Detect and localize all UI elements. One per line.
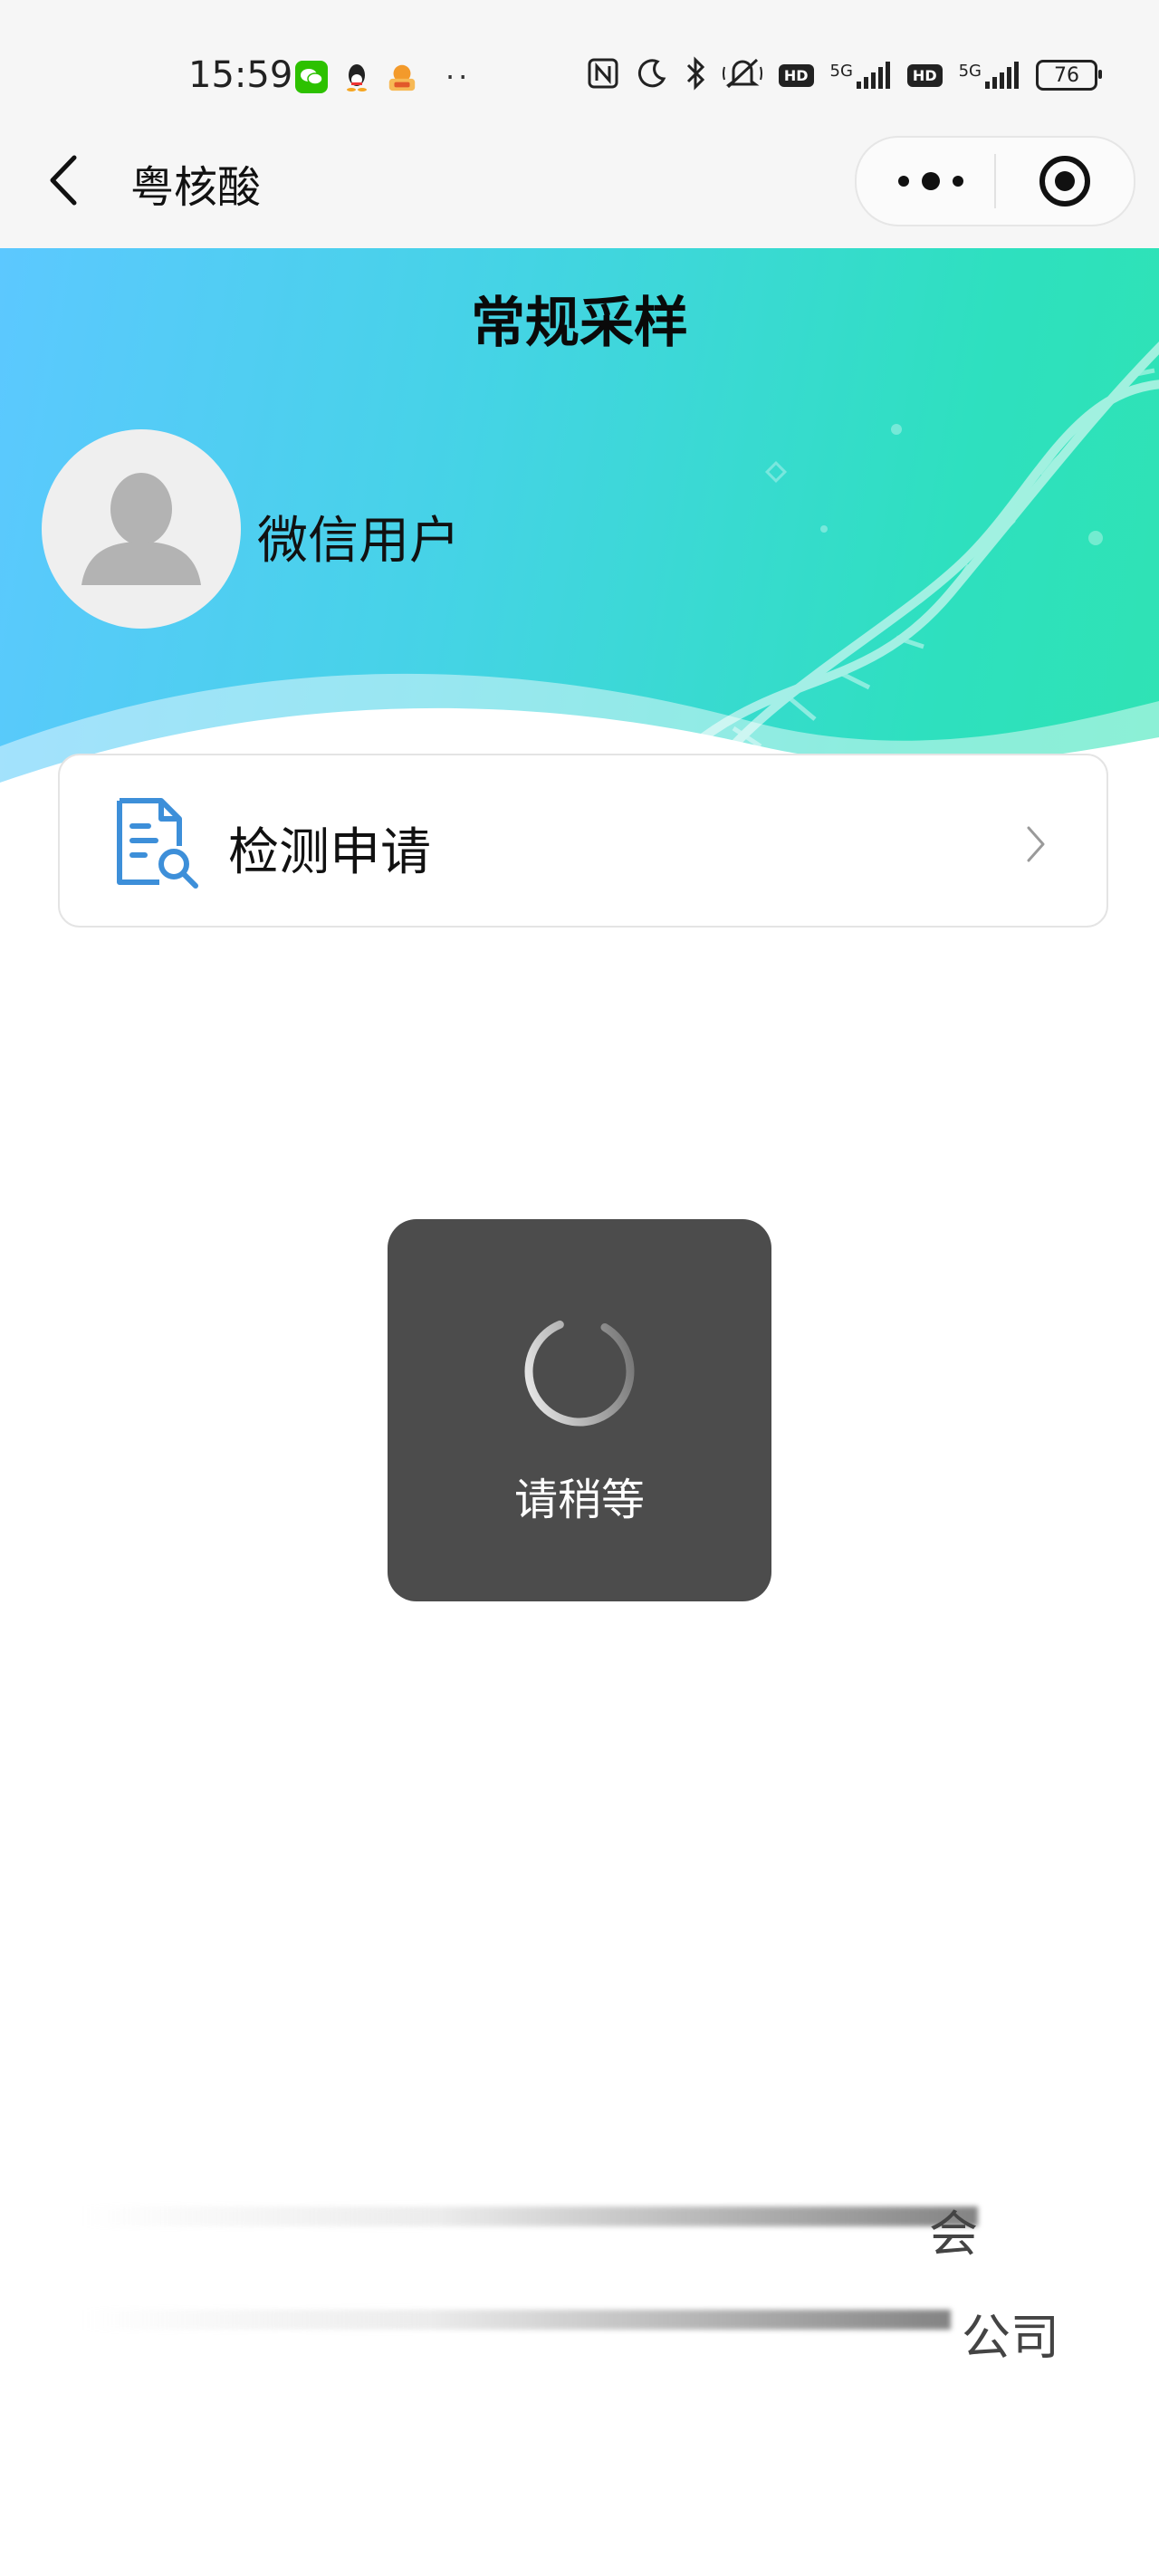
footer-line-1-text: 会 [929,2206,978,2263]
footer-line-2: 公司 [81,2297,1059,2366]
more-options-icon[interactable] [895,163,967,199]
back-arrow-icon[interactable] [45,154,81,207]
app-badge-icon [386,61,418,93]
test-application-label: 检测申请 [228,823,431,882]
signal-bars-2-icon [985,62,1019,89]
signal-2: 5G [959,62,1020,89]
network-label-2: 5G [958,62,982,81]
default-avatar-icon [81,473,201,585]
user-name: 微信用户 [257,512,460,571]
footer-line-2-text: 公司 [962,2309,1059,2366]
hero-banner: 常规采样 微信用户 [0,248,1159,810]
footer-line-1: 会 [81,2194,978,2263]
footer-line-2-blur [81,2310,951,2330]
loading-spinner-icon [524,1316,635,1427]
test-application-card[interactable]: 检测申请 [58,754,1108,928]
document-search-icon [117,798,198,889]
signal-bars-1-icon [856,62,890,89]
bluetooth-icon [685,56,706,94]
network-label-1: 5G [829,62,853,81]
chevron-right-icon [1027,826,1045,862]
mute-icon [722,56,762,94]
signal-1: 5G [830,62,891,89]
capsule-divider [994,154,996,208]
qq-icon [340,61,373,93]
status-app-icons: ·· [295,60,471,94]
nfc-icon [587,57,619,93]
hero-title: 常规采样 [471,292,688,355]
mini-program-capsule [855,136,1135,226]
hd-badge-2: HD [906,63,943,87]
battery-indicator: 76 [1036,60,1102,91]
status-right: HD 5G HD 5G 76 [587,56,1102,94]
moon-icon [636,57,668,93]
loading-text: 请稍等 [513,1475,645,1525]
loading-toast: 请稍等 [388,1219,771,1601]
status-bar: 15:59 ·· HD 5G HD 5G 76 [0,0,1159,136]
status-overflow: ·· [445,60,472,94]
status-time: 15:59 [188,54,293,96]
page-title: 粤核酸 [130,162,262,213]
hd-badge-1: HD [778,63,814,87]
close-mini-program-icon[interactable] [1038,154,1092,208]
footer-line-1-blur [81,2206,978,2226]
avatar[interactable] [42,429,241,629]
wechat-icon [295,61,328,93]
